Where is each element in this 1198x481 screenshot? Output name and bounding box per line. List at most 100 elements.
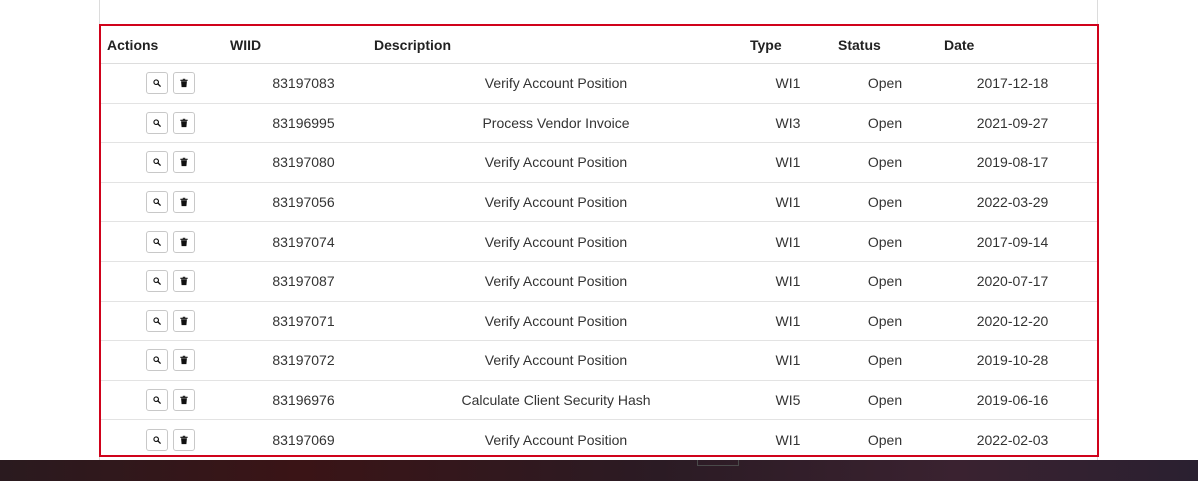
work-items-table-frame: Actions WIID Description Type Status Dat…	[99, 24, 1099, 459]
view-button[interactable]	[145, 270, 168, 293]
date-cell: 2021-09-27	[938, 102, 1097, 143]
status-cell: Open	[832, 221, 938, 262]
table-row: 83197069 Verify Account Position WI1 Ope…	[101, 419, 1097, 459]
search-icon	[152, 238, 161, 246]
delete-button[interactable]	[172, 349, 195, 372]
search-icon	[152, 119, 161, 127]
status-cell: Open	[832, 102, 938, 143]
wiid-cell: 83197074	[224, 221, 368, 262]
delete-button[interactable]	[172, 389, 195, 412]
delete-button[interactable]	[172, 151, 195, 174]
trash-icon	[179, 395, 188, 405]
view-button[interactable]	[145, 191, 168, 214]
actions-cell	[101, 379, 224, 420]
date-cell: 2020-12-20	[938, 300, 1097, 341]
search-icon	[152, 277, 161, 286]
wiid-cell: 83197080	[224, 142, 368, 183]
delete-button[interactable]	[172, 72, 195, 95]
trash-icon	[179, 356, 188, 365]
view-button[interactable]	[145, 151, 168, 174]
trash-icon	[179, 118, 188, 127]
actions-cell	[101, 142, 224, 183]
header-description[interactable]: Description	[368, 26, 744, 64]
status-cell: Open	[832, 260, 938, 302]
type-cell: WI1	[744, 340, 832, 381]
type-cell: WI1	[744, 181, 832, 222]
work-items-table: Actions WIID Description Type Status Dat…	[101, 26, 1097, 459]
actions-cell	[101, 340, 224, 381]
header-row: Actions WIID Description Type Status Dat…	[101, 26, 1097, 64]
view-button[interactable]	[145, 309, 168, 332]
view-button[interactable]	[145, 349, 168, 372]
status-cell: Open	[832, 181, 938, 222]
table-row: 83197072 Verify Account Position WI1 Ope…	[101, 340, 1097, 381]
type-cell: WI1	[744, 142, 832, 183]
wiid-cell: 83196995	[224, 102, 368, 143]
search-icon	[152, 436, 161, 444]
status-cell: Open	[832, 379, 938, 420]
description-cell: Verify Account Position	[368, 419, 744, 459]
header-date[interactable]: Date	[938, 26, 1097, 64]
table-row: 83197083 Verify Account Position WI1 Ope…	[101, 64, 1097, 104]
trash-icon	[179, 316, 188, 325]
table-header: Actions WIID Description Type Status Dat…	[101, 26, 1097, 64]
wiid-cell: 83197056	[224, 181, 368, 222]
view-button[interactable]	[145, 72, 168, 95]
actions-cell	[101, 181, 224, 222]
description-cell: Verify Account Position	[368, 340, 744, 381]
header-type[interactable]: Type	[744, 26, 832, 64]
date-cell: 2017-09-14	[938, 221, 1097, 262]
table-row: 83196995 Process Vendor Invoice WI3 Open…	[101, 102, 1097, 143]
date-cell: 2019-08-17	[938, 142, 1097, 183]
description-cell: Verify Account Position	[368, 142, 744, 183]
description-cell: Verify Account Position	[484, 75, 628, 92]
view-button[interactable]	[145, 230, 168, 253]
view-button[interactable]	[145, 428, 168, 451]
table-row: 83197071 Verify Account Position WI1 Ope…	[101, 300, 1097, 341]
table-row: 83196976 Calculate Client Security Hash …	[101, 379, 1097, 420]
header-status[interactable]: Status	[832, 26, 938, 64]
date-cell: 2020-07-17	[938, 260, 1097, 302]
view-button[interactable]	[145, 389, 168, 412]
trash-icon	[179, 277, 188, 286]
page: Actions WIID Description Type Status Dat…	[0, 0, 1198, 481]
actions-cell	[101, 300, 224, 341]
taskbar-tab	[697, 460, 739, 466]
status-cell: Open	[832, 340, 938, 381]
trash-icon	[179, 435, 188, 444]
search-icon	[152, 79, 161, 88]
actions-cell	[101, 419, 224, 459]
date-cell: 2022-02-03	[938, 419, 1097, 459]
description-cell: Verify Account Position	[368, 260, 744, 302]
delete-button[interactable]	[172, 230, 195, 253]
delete-button[interactable]	[172, 270, 195, 293]
delete-button[interactable]	[172, 191, 195, 214]
type-cell: WI1	[744, 300, 832, 341]
search-icon	[152, 317, 161, 325]
type-cell: WI1	[744, 260, 832, 302]
trash-icon	[179, 197, 188, 207]
delete-button[interactable]	[172, 111, 195, 134]
date-cell: 2019-06-16	[938, 379, 1097, 420]
date-cell: 2022-03-29	[938, 181, 1097, 222]
type-cell: WI5	[744, 379, 832, 420]
type-cell: WI1	[775, 75, 801, 92]
taskbar-strip	[0, 460, 1198, 481]
search-icon	[152, 198, 161, 206]
delete-button[interactable]	[172, 309, 195, 332]
header-actions: Actions	[101, 26, 224, 64]
header-wiid[interactable]: WIID	[224, 26, 368, 64]
actions-cell	[101, 221, 224, 262]
description-cell: Calculate Client Security Hash	[368, 379, 744, 420]
delete-button[interactable]	[172, 428, 195, 451]
view-button[interactable]	[145, 111, 168, 134]
status-cell: Open	[867, 75, 903, 92]
type-cell: WI1	[744, 419, 832, 459]
wiid-cell: 83197071	[224, 300, 368, 341]
wiid-cell: 83196976	[224, 379, 368, 420]
search-icon	[152, 356, 161, 365]
table-row: 83197087 Verify Account Position WI1 Ope…	[101, 260, 1097, 302]
date-cell: 2019-10-28	[938, 340, 1097, 381]
type-cell: WI3	[744, 102, 832, 143]
wiid-cell: 83197072	[224, 340, 368, 381]
